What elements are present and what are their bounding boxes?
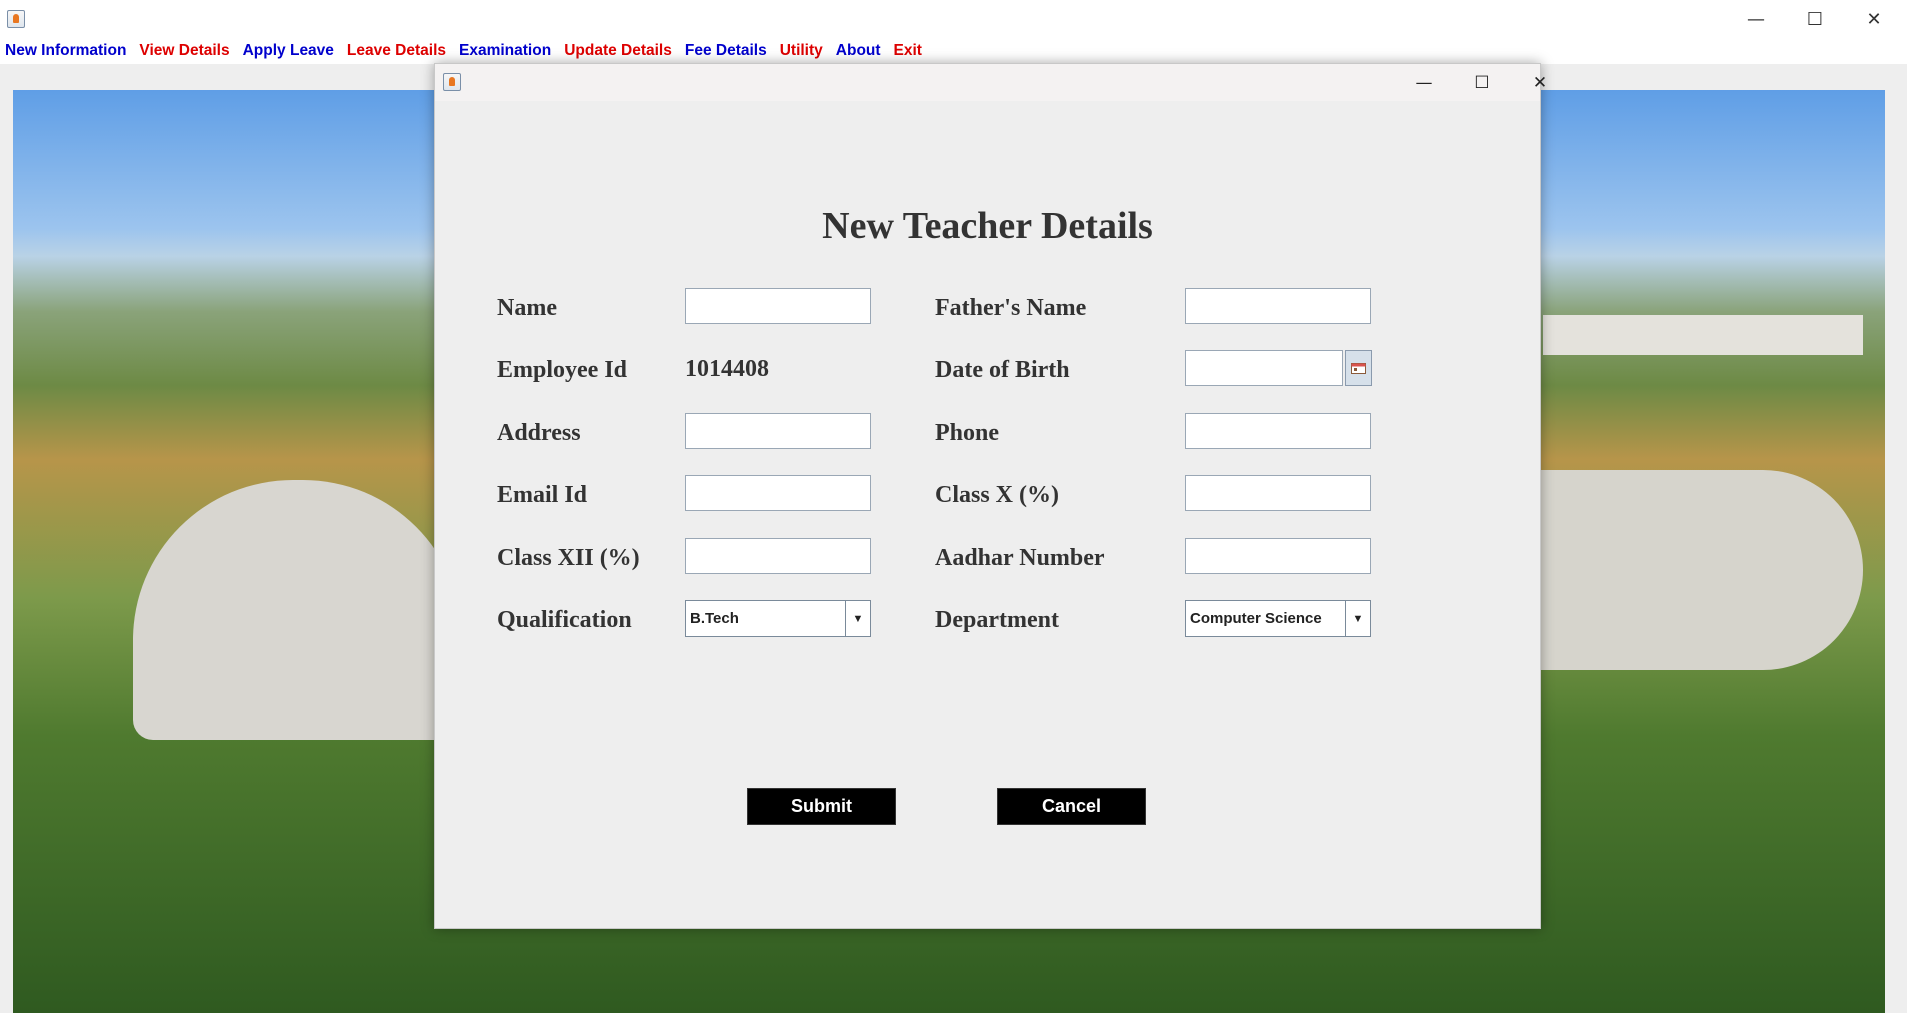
aadhar-number-field[interactable] <box>1185 538 1371 574</box>
cancel-button[interactable]: Cancel <box>997 788 1146 825</box>
address-label: Address <box>497 420 581 446</box>
menu-item-exit[interactable]: Exit <box>889 42 930 60</box>
chevron-down-icon[interactable]: ▼ <box>1345 601 1370 636</box>
menu-item-new-information[interactable]: New Information <box>0 42 134 60</box>
menu-item-fee-details[interactable]: Fee Details <box>680 42 775 60</box>
class-x-field[interactable] <box>1185 475 1371 511</box>
menu-bar: New Information View Details Apply Leave Le… <box>0 38 1907 64</box>
java-app-icon <box>7 10 25 28</box>
background-building-right <box>1533 470 1863 670</box>
qualification-dropdown[interactable]: B.Tech ▼ <box>685 600 871 637</box>
main-title-bar: — ☐ ✕ <box>0 0 1907 38</box>
address-field[interactable] <box>685 413 871 449</box>
department-selected-value: Computer Science <box>1190 610 1322 627</box>
submit-button[interactable]: Submit <box>747 788 896 825</box>
name-field[interactable] <box>685 288 871 324</box>
email-id-label: Email Id <box>497 482 588 508</box>
new-teacher-dialog: — ☐ ✕ New Teacher Details Name Employee … <box>434 63 1547 929</box>
java-app-icon <box>443 73 461 91</box>
main-maximize-button[interactable]: ☐ <box>1786 0 1844 38</box>
department-dropdown[interactable]: Computer Science ▼ <box>1185 600 1371 637</box>
date-of-birth-field[interactable] <box>1185 350 1343 386</box>
menu-item-examination[interactable]: Examination <box>454 42 559 60</box>
main-close-button[interactable]: ✕ <box>1845 0 1903 38</box>
dialog-maximize-button[interactable]: ☐ <box>1453 64 1511 101</box>
class-xii-label: Class XII (%) <box>497 545 640 571</box>
department-label: Department <box>935 607 1059 633</box>
menu-item-view-details[interactable]: View Details <box>134 42 237 60</box>
date-picker-button[interactable] <box>1345 350 1372 386</box>
chevron-down-icon[interactable]: ▼ <box>845 601 870 636</box>
name-label: Name <box>497 295 557 321</box>
menu-item-update-details[interactable]: Update Details <box>559 42 680 60</box>
date-of-birth-label: Date of Birth <box>935 357 1070 383</box>
fathers-name-field[interactable] <box>1185 288 1371 324</box>
menu-item-about[interactable]: About <box>831 42 889 60</box>
calendar-icon <box>1351 363 1366 374</box>
employee-id-label: Employee Id <box>497 357 628 383</box>
class-xii-field[interactable] <box>685 538 871 574</box>
menu-item-apply-leave[interactable]: Apply Leave <box>238 42 342 60</box>
qualification-label: Qualification <box>497 607 632 633</box>
phone-label: Phone <box>935 420 1000 446</box>
class-x-label: Class X (%) <box>935 482 1059 508</box>
dialog-title-bar: — ☐ ✕ <box>435 64 1547 101</box>
page-title: New Teacher Details <box>822 205 1153 247</box>
qualification-selected-value: B.Tech <box>690 610 739 627</box>
main-minimize-button[interactable]: — <box>1727 0 1785 38</box>
menu-item-utility[interactable]: Utility <box>775 42 831 60</box>
employee-id-value: 1014408 <box>685 356 769 382</box>
dialog-close-button[interactable]: ✕ <box>1511 64 1569 101</box>
background-building-left <box>133 480 463 740</box>
fathers-name-label: Father's Name <box>935 295 1087 321</box>
aadhar-number-label: Aadhar Number <box>935 545 1105 571</box>
phone-field[interactable] <box>1185 413 1371 449</box>
menu-item-leave-details[interactable]: Leave Details <box>342 42 454 60</box>
email-id-field[interactable] <box>685 475 871 511</box>
background-rooftops-right <box>1543 315 1863 355</box>
dialog-minimize-button[interactable]: — <box>1395 64 1453 101</box>
